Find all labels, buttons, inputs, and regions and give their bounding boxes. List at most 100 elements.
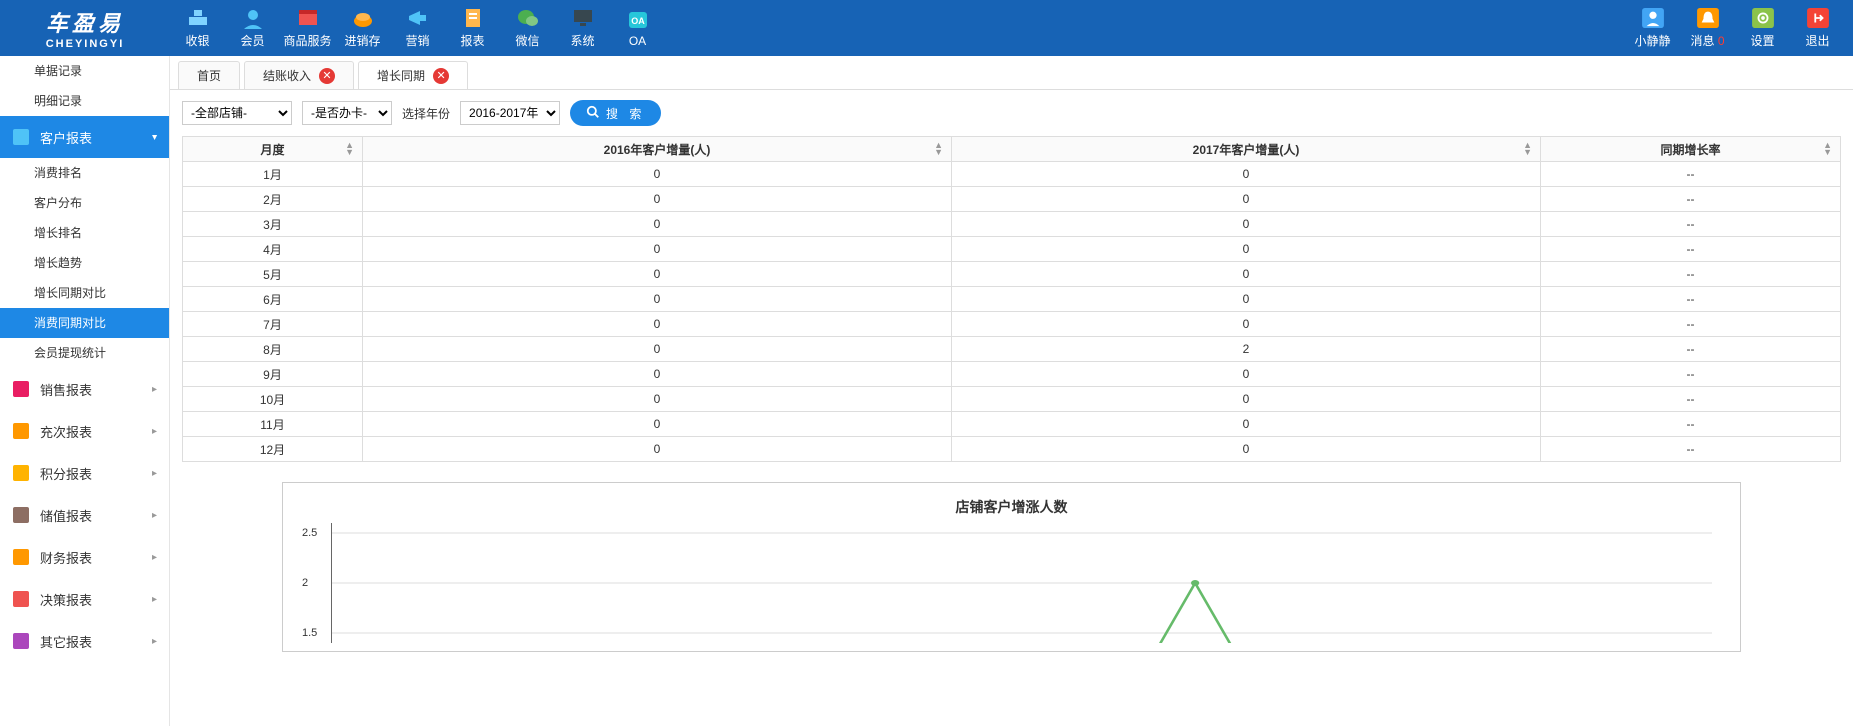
cell: 0 xyxy=(363,362,952,387)
col-header[interactable]: 月度▲▼ xyxy=(183,137,363,162)
product-icon xyxy=(296,7,320,29)
nav-cashier[interactable]: 收银 xyxy=(170,0,225,56)
wechat-icon xyxy=(516,7,540,29)
side-group[interactable]: 决策报表 ▸ xyxy=(0,578,169,620)
cell: 0 xyxy=(952,237,1541,262)
tab-label: 增长同期 xyxy=(377,62,425,90)
group-icon xyxy=(12,422,30,440)
side-group[interactable]: 销售报表▸ xyxy=(0,368,169,410)
cell: 0 xyxy=(363,262,952,287)
cell: -- xyxy=(1541,312,1841,337)
side-group[interactable]: 充次报表▸ xyxy=(0,410,169,452)
nav-product[interactable]: 商品服务 xyxy=(280,0,335,56)
filter-row: -全部店铺- -是否办卡- 选择年份 2016-2017年 搜 索 xyxy=(182,100,1841,126)
side-link[interactable]: 明细记录 xyxy=(0,86,169,116)
side-group[interactable]: 积分报表▸ xyxy=(0,452,169,494)
cell: -- xyxy=(1541,262,1841,287)
group-label: 决策报表 xyxy=(40,590,92,609)
cell: 8月 xyxy=(183,337,363,362)
tab-label: 结账收入 xyxy=(263,62,311,90)
nav-megaphone[interactable]: 营销 xyxy=(390,0,445,56)
side-sub[interactable]: 增长同期对比 xyxy=(0,278,169,308)
cashier-icon xyxy=(186,7,210,29)
table-row: 12月00-- xyxy=(183,437,1841,462)
nav-settings[interactable]: 设置 xyxy=(1735,0,1790,56)
side-sub[interactable]: 消费同期对比 xyxy=(0,308,169,338)
side-link[interactable]: 单据记录 xyxy=(0,56,169,86)
side-group[interactable]: 财务报表▸ xyxy=(0,536,169,578)
chevron-icon: ▸ xyxy=(149,134,160,139)
group-label: 销售报表 xyxy=(40,380,92,399)
side-group[interactable]: 储值报表▸ xyxy=(0,494,169,536)
cell: 2月 xyxy=(183,187,363,212)
group-icon xyxy=(12,590,30,608)
nav-user[interactable]: 小静静 xyxy=(1625,0,1680,56)
nav-wechat[interactable]: 微信 xyxy=(500,0,555,56)
nav-label: OA xyxy=(629,34,646,48)
member-icon xyxy=(241,7,265,29)
nav-msg[interactable]: 消息 0 xyxy=(1680,0,1735,56)
side-sub[interactable]: 增长排名 xyxy=(0,218,169,248)
report-icon xyxy=(461,7,485,29)
container: 单据记录明细记录客户报表▸消费排名客户分布增长排名增长趋势增长同期对比消费同期对… xyxy=(0,56,1853,726)
nav-oa[interactable]: OA OA xyxy=(610,0,665,56)
cell: 9月 xyxy=(183,362,363,387)
cell: -- xyxy=(1541,237,1841,262)
header-label: 月度 xyxy=(260,143,284,157)
year-select[interactable]: 2016-2017年 xyxy=(460,101,560,125)
side-sub[interactable]: 消费排名 xyxy=(0,158,169,188)
cell: 0 xyxy=(363,212,952,237)
y-tick: 2 xyxy=(302,577,308,589)
col-header[interactable]: 2017年客户增量(人)▲▼ xyxy=(952,137,1541,162)
cell: 0 xyxy=(952,287,1541,312)
chart-title: 店铺客户增涨人数 xyxy=(291,491,1732,523)
side-group[interactable]: 客户报表▸ xyxy=(0,116,169,158)
sort-icon: ▲▼ xyxy=(934,142,943,156)
svg-text:OA: OA xyxy=(631,16,645,26)
chart-container: 店铺客户增涨人数 1.522.5 xyxy=(282,482,1741,652)
side-sub[interactable]: 会员提现统计 xyxy=(0,338,169,368)
logo: 车盈易 CHEYINGYI xyxy=(0,0,170,56)
nav-exit[interactable]: 退出 xyxy=(1790,0,1845,56)
chevron-icon: ▸ xyxy=(152,594,157,605)
side-sub[interactable]: 客户分布 xyxy=(0,188,169,218)
cell: -- xyxy=(1541,187,1841,212)
group-icon xyxy=(12,506,30,524)
nav-label: 小静静 xyxy=(1634,32,1670,49)
cell: 0 xyxy=(952,437,1541,462)
nav-label: 会员 xyxy=(240,32,264,49)
tab[interactable]: 增长同期 ✕ xyxy=(358,61,468,89)
cell: 0 xyxy=(363,387,952,412)
side-sub[interactable]: 增长趋势 xyxy=(0,248,169,278)
tab[interactable]: 首页 xyxy=(178,61,240,89)
close-icon[interactable]: ✕ xyxy=(319,68,335,84)
col-header[interactable]: 2016年客户增量(人)▲▼ xyxy=(363,137,952,162)
cell: 0 xyxy=(952,362,1541,387)
cell: 12月 xyxy=(183,437,363,462)
year-label: 选择年份 xyxy=(402,105,450,122)
nav-system[interactable]: 系统 xyxy=(555,0,610,56)
cell: -- xyxy=(1541,212,1841,237)
nav-report[interactable]: 报表 xyxy=(445,0,500,56)
cell: -- xyxy=(1541,437,1841,462)
card-select[interactable]: -是否办卡- xyxy=(302,101,392,125)
cell: 0 xyxy=(952,312,1541,337)
cell: 0 xyxy=(363,287,952,312)
cell: -- xyxy=(1541,362,1841,387)
cell: 4月 xyxy=(183,237,363,262)
nav-inventory[interactable]: 进销存 xyxy=(335,0,390,56)
close-icon[interactable]: ✕ xyxy=(433,68,449,84)
cell: -- xyxy=(1541,412,1841,437)
chevron-icon: ▸ xyxy=(152,636,157,647)
table-row: 2月00-- xyxy=(183,187,1841,212)
nav-member[interactable]: 会员 xyxy=(225,0,280,56)
side-group[interactable]: 其它报表▸ xyxy=(0,620,169,662)
col-header[interactable]: 同期增长率▲▼ xyxy=(1541,137,1841,162)
inventory-icon xyxy=(351,7,375,29)
store-select[interactable]: -全部店铺- xyxy=(182,101,292,125)
cell: 0 xyxy=(952,187,1541,212)
tab[interactable]: 结账收入 ✕ xyxy=(244,61,354,89)
nav-label: 退出 xyxy=(1805,32,1829,49)
cell: 0 xyxy=(363,162,952,187)
search-button[interactable]: 搜 索 xyxy=(570,100,661,126)
